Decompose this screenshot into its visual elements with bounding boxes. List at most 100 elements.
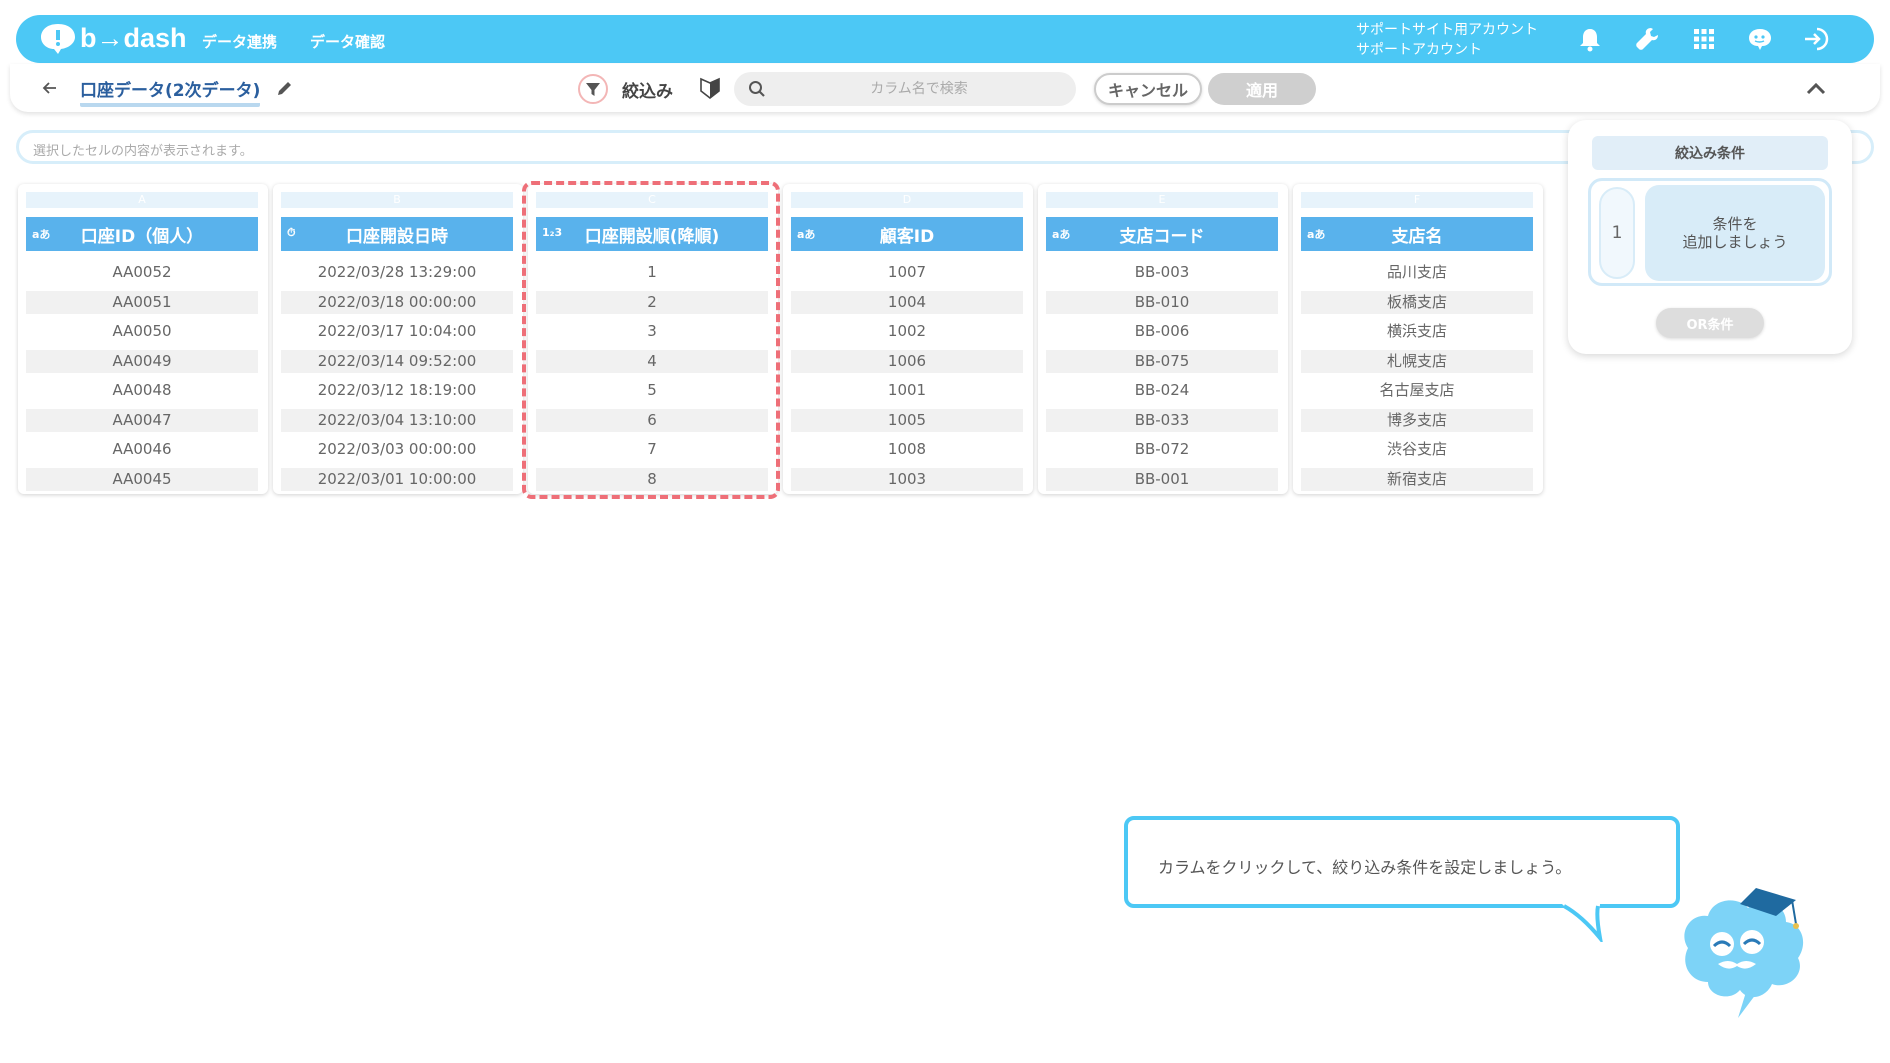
column-type-icon: 1₂3: [542, 226, 563, 239]
column-card-b[interactable]: B ⏱ 口座開設日時 2022/03/28 13:29:00 2022/03/18 00…: [273, 184, 523, 494]
column-header[interactable]: aあ 口座ID（個人）: [26, 217, 258, 251]
column-card-a[interactable]: Aaあ 口座ID（個人） AA0052 AA0051 AA0050 AA0049 AA004…: [18, 184, 268, 494]
table-cell[interactable]: 1001: [791, 379, 1023, 402]
table-cell[interactable]: 2022/03/04 13:10:00: [281, 408, 513, 432]
table-cell[interactable]: 2022/03/14 09:52:00: [281, 349, 513, 373]
table-cell[interactable]: 2: [536, 290, 768, 314]
column-header[interactable]: aあ 顧客ID: [791, 217, 1023, 251]
nav-data-integration[interactable]: データ連携: [202, 31, 277, 52]
account-info[interactable]: サポートサイト用アカウント サポートアカウント: [1356, 20, 1538, 60]
column-header-label: 口座開設順(降順): [584, 226, 720, 247]
cancel-button[interactable]: キャンセル: [1094, 73, 1202, 105]
table-cell[interactable]: 1007: [791, 261, 1023, 284]
table-cell[interactable]: 4: [536, 349, 768, 373]
back-arrow-icon[interactable]: [40, 78, 60, 98]
account-user-name: サポートアカウント: [1356, 42, 1482, 58]
dataset-title[interactable]: 口座データ(2次データ): [80, 76, 261, 107]
table-cell[interactable]: AA0046: [26, 438, 258, 461]
column-type-icon: aあ: [1307, 228, 1326, 241]
table-cell[interactable]: 板橋支店: [1301, 290, 1533, 314]
condition-group: 1 条件を 追加しましょう: [1588, 178, 1832, 286]
table-cell[interactable]: 2022/03/17 10:04:00: [281, 320, 513, 343]
mascot-brain-icon: [1684, 888, 1804, 1018]
column-card-c[interactable]: C 1₂3 口座開設順(降順) 1 2 3 4 5 6 7 8: [528, 184, 778, 494]
filter-toggle-button[interactable]: [578, 74, 608, 104]
logout-icon[interactable]: [1802, 25, 1830, 53]
table-cell[interactable]: AA0051: [26, 290, 258, 314]
table-cell[interactable]: 名古屋支店: [1301, 379, 1533, 402]
table-cell[interactable]: BB-006: [1046, 320, 1278, 343]
column-card-f[interactable]: Faあ 支店名品川支店板橋支店横浜支店札幌支店名古屋支店博多支店渋谷支店新宿支店: [1293, 184, 1543, 494]
table-cell[interactable]: BB-024: [1046, 379, 1278, 402]
table-cell[interactable]: 3: [536, 320, 768, 343]
or-condition-button[interactable]: OR条件: [1656, 308, 1764, 338]
table-cell[interactable]: 1008: [791, 438, 1023, 461]
nav-data-check[interactable]: データ確認: [310, 31, 385, 52]
table-cell[interactable]: BB-010: [1046, 290, 1278, 314]
top-navigation-bar: b→dash データ連携 データ確認 サポートサイト用アカウント サポートアカウ…: [16, 15, 1874, 63]
table-cell[interactable]: BB-001: [1046, 467, 1278, 491]
table-cell[interactable]: 新宿支店: [1301, 467, 1533, 491]
table-cell[interactable]: 2022/03/03 00:00:00: [281, 438, 513, 461]
funnel-icon: [586, 83, 600, 96]
column-type-icon: ⏱: [287, 226, 296, 239]
table-cell[interactable]: AA0052: [26, 261, 258, 284]
guide-message: カラムをクリックして、絞り込み条件を設定しましょう。: [1158, 858, 1572, 877]
table-cell[interactable]: 1004: [791, 290, 1023, 314]
column-header-label: 口座開設日時: [346, 226, 448, 247]
table-cell[interactable]: 1006: [791, 349, 1023, 373]
table-cell[interactable]: 横浜支店: [1301, 320, 1533, 343]
table-cell[interactable]: BB-003: [1046, 261, 1278, 284]
column-header[interactable]: ⏱ 口座開設日時: [281, 217, 513, 251]
column-header[interactable]: 1₂3 口座開設順(降順): [536, 217, 768, 251]
column-letter: F: [1301, 192, 1533, 208]
table-cell[interactable]: AA0047: [26, 408, 258, 432]
table-cell[interactable]: BB-075: [1046, 349, 1278, 373]
table-cell[interactable]: 1003: [791, 467, 1023, 491]
column-type-icon: aあ: [32, 228, 51, 241]
table-cell[interactable]: 5: [536, 379, 768, 402]
dataset-toolbar: 口座データ(2次データ) 絞込み キャンセル 適用: [10, 64, 1880, 112]
column-card-e[interactable]: Eaあ 支店コード BB-003 BB-010 BB-006 BB-075 BB-024 BB…: [1038, 184, 1288, 494]
apps-grid-icon[interactable]: [1690, 25, 1718, 53]
column-search-input[interactable]: [774, 72, 1064, 106]
table-cell[interactable]: AA0050: [26, 320, 258, 343]
bdash-logo[interactable]: b→dash: [38, 21, 187, 55]
table-cell[interactable]: 1005: [791, 408, 1023, 432]
table-cell[interactable]: 2022/03/28 13:29:00: [281, 261, 513, 284]
table-cell[interactable]: 2022/03/18 00:00:00: [281, 290, 513, 314]
table-cell[interactable]: 博多支店: [1301, 408, 1533, 432]
table-cell[interactable]: 2022/03/01 10:00:00: [281, 467, 513, 491]
filter-label: 絞込み: [622, 82, 673, 102]
table-cell[interactable]: BB-033: [1046, 408, 1278, 432]
chevron-up-icon[interactable]: [1804, 78, 1828, 98]
wrench-icon[interactable]: [1633, 25, 1661, 53]
column-header[interactable]: aあ 支店コード: [1046, 217, 1278, 251]
table-cell[interactable]: AA0048: [26, 379, 258, 402]
table-cell[interactable]: BB-072: [1046, 438, 1278, 461]
table-cell[interactable]: AA0045: [26, 467, 258, 491]
column-letter: E: [1046, 192, 1278, 208]
table-cell[interactable]: 2022/03/12 18:19:00: [281, 379, 513, 402]
column-header[interactable]: aあ 支店名: [1301, 217, 1533, 251]
table-cell[interactable]: 1: [536, 261, 768, 284]
table-cell[interactable]: AA0049: [26, 349, 258, 373]
logo-bubble-icon: [41, 24, 75, 54]
beginner-mark-icon[interactable]: [698, 75, 722, 101]
table-cell[interactable]: 7: [536, 438, 768, 461]
column-card-d[interactable]: Daあ 顧客ID 1007 1004 1002 1006 1001 1005 1008 1003: [783, 184, 1033, 494]
column-search-box: [734, 72, 1076, 106]
table-cell[interactable]: 1002: [791, 320, 1023, 343]
apply-button[interactable]: 適用: [1208, 73, 1316, 105]
support-chat-icon[interactable]: [1746, 25, 1774, 53]
table-cell[interactable]: 渋谷支店: [1301, 438, 1533, 461]
bell-icon[interactable]: [1576, 25, 1604, 53]
table-cell[interactable]: 6: [536, 408, 768, 432]
pencil-icon[interactable]: [275, 78, 295, 98]
table-cell[interactable]: 8: [536, 467, 768, 491]
table-cell[interactable]: 札幌支店: [1301, 349, 1533, 373]
table-cell[interactable]: 品川支店: [1301, 261, 1533, 284]
column-header-label: 支店名: [1391, 226, 1443, 247]
column-header-label: 支店コード: [1119, 226, 1205, 247]
add-condition-dropzone[interactable]: 条件を 追加しましょう: [1645, 185, 1825, 281]
